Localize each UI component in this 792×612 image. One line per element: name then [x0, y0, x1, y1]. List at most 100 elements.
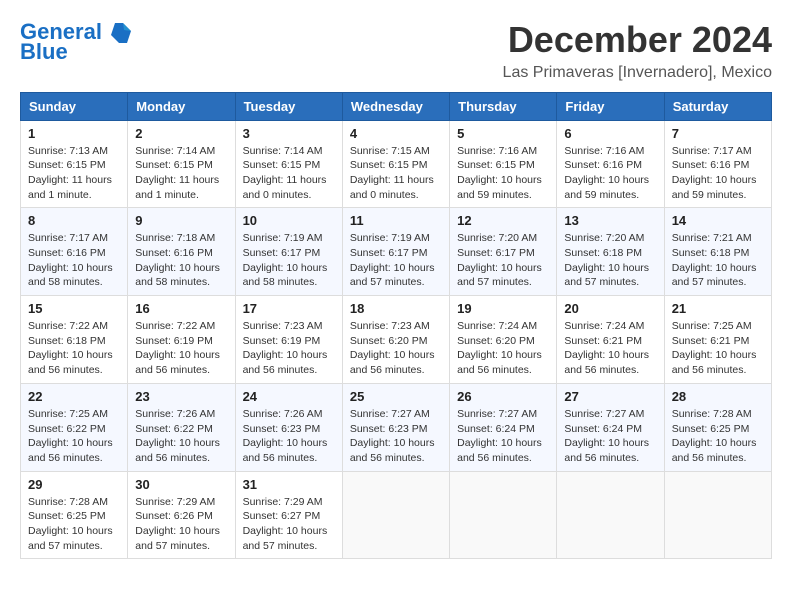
calendar-day-4: 4 Sunrise: 7:15 AM Sunset: 6:15 PM Dayli…: [342, 120, 449, 208]
day-info: Sunrise: 7:25 AM Sunset: 6:22 PM Dayligh…: [28, 408, 113, 464]
day-number: 9: [135, 213, 227, 228]
day-info: Sunrise: 7:16 AM Sunset: 6:16 PM Dayligh…: [564, 145, 649, 201]
title-block: December 2024 Las Primaveras [Invernader…: [503, 20, 772, 82]
logo: General Blue: [20, 20, 132, 64]
day-info: Sunrise: 7:26 AM Sunset: 6:23 PM Dayligh…: [243, 408, 328, 464]
calendar-day-27: 27 Sunrise: 7:27 AM Sunset: 6:24 PM Dayl…: [557, 383, 664, 471]
day-info: Sunrise: 7:22 AM Sunset: 6:18 PM Dayligh…: [28, 320, 113, 376]
calendar-day-31: 31 Sunrise: 7:29 AM Sunset: 6:27 PM Dayl…: [235, 471, 342, 559]
day-number: 21: [672, 301, 764, 316]
calendar-day-13: 13 Sunrise: 7:20 AM Sunset: 6:18 PM Dayl…: [557, 208, 664, 296]
logo-icon: [110, 22, 132, 44]
day-info: Sunrise: 7:20 AM Sunset: 6:17 PM Dayligh…: [457, 232, 542, 288]
day-info: Sunrise: 7:26 AM Sunset: 6:22 PM Dayligh…: [135, 408, 220, 464]
col-header-friday: Friday: [557, 92, 664, 120]
calendar-day-15: 15 Sunrise: 7:22 AM Sunset: 6:18 PM Dayl…: [21, 296, 128, 384]
day-number: 3: [243, 126, 335, 141]
day-number: 12: [457, 213, 549, 228]
calendar-day-30: 30 Sunrise: 7:29 AM Sunset: 6:26 PM Dayl…: [128, 471, 235, 559]
calendar-day-3: 3 Sunrise: 7:14 AM Sunset: 6:15 PM Dayli…: [235, 120, 342, 208]
day-info: Sunrise: 7:23 AM Sunset: 6:19 PM Dayligh…: [243, 320, 328, 376]
calendar-table: SundayMondayTuesdayWednesdayThursdayFrid…: [20, 92, 772, 560]
day-number: 24: [243, 389, 335, 404]
calendar-day-22: 22 Sunrise: 7:25 AM Sunset: 6:22 PM Dayl…: [21, 383, 128, 471]
day-info: Sunrise: 7:24 AM Sunset: 6:20 PM Dayligh…: [457, 320, 542, 376]
day-info: Sunrise: 7:19 AM Sunset: 6:17 PM Dayligh…: [350, 232, 435, 288]
day-number: 1: [28, 126, 120, 141]
day-number: 19: [457, 301, 549, 316]
calendar-day-5: 5 Sunrise: 7:16 AM Sunset: 6:15 PM Dayli…: [450, 120, 557, 208]
calendar-empty-cell: [664, 471, 771, 559]
page-title: December 2024: [503, 20, 772, 60]
col-header-tuesday: Tuesday: [235, 92, 342, 120]
day-info: Sunrise: 7:22 AM Sunset: 6:19 PM Dayligh…: [135, 320, 220, 376]
day-info: Sunrise: 7:27 AM Sunset: 6:24 PM Dayligh…: [457, 408, 542, 464]
calendar-day-19: 19 Sunrise: 7:24 AM Sunset: 6:20 PM Dayl…: [450, 296, 557, 384]
day-info: Sunrise: 7:17 AM Sunset: 6:16 PM Dayligh…: [28, 232, 113, 288]
day-info: Sunrise: 7:28 AM Sunset: 6:25 PM Dayligh…: [28, 496, 113, 552]
calendar-week-row: 8 Sunrise: 7:17 AM Sunset: 6:16 PM Dayli…: [21, 208, 772, 296]
day-number: 22: [28, 389, 120, 404]
day-number: 25: [350, 389, 442, 404]
calendar-day-9: 9 Sunrise: 7:18 AM Sunset: 6:16 PM Dayli…: [128, 208, 235, 296]
day-info: Sunrise: 7:28 AM Sunset: 6:25 PM Dayligh…: [672, 408, 757, 464]
day-info: Sunrise: 7:23 AM Sunset: 6:20 PM Dayligh…: [350, 320, 435, 376]
day-number: 8: [28, 213, 120, 228]
calendar-day-28: 28 Sunrise: 7:28 AM Sunset: 6:25 PM Dayl…: [664, 383, 771, 471]
day-info: Sunrise: 7:19 AM Sunset: 6:17 PM Dayligh…: [243, 232, 328, 288]
day-info: Sunrise: 7:13 AM Sunset: 6:15 PM Dayligh…: [28, 145, 112, 201]
calendar-day-21: 21 Sunrise: 7:25 AM Sunset: 6:21 PM Dayl…: [664, 296, 771, 384]
day-info: Sunrise: 7:20 AM Sunset: 6:18 PM Dayligh…: [564, 232, 649, 288]
calendar-week-row: 15 Sunrise: 7:22 AM Sunset: 6:18 PM Dayl…: [21, 296, 772, 384]
calendar-day-24: 24 Sunrise: 7:26 AM Sunset: 6:23 PM Dayl…: [235, 383, 342, 471]
calendar-day-18: 18 Sunrise: 7:23 AM Sunset: 6:20 PM Dayl…: [342, 296, 449, 384]
calendar-day-7: 7 Sunrise: 7:17 AM Sunset: 6:16 PM Dayli…: [664, 120, 771, 208]
day-number: 17: [243, 301, 335, 316]
calendar-day-16: 16 Sunrise: 7:22 AM Sunset: 6:19 PM Dayl…: [128, 296, 235, 384]
day-info: Sunrise: 7:25 AM Sunset: 6:21 PM Dayligh…: [672, 320, 757, 376]
calendar-header-row: SundayMondayTuesdayWednesdayThursdayFrid…: [21, 92, 772, 120]
day-info: Sunrise: 7:14 AM Sunset: 6:15 PM Dayligh…: [135, 145, 219, 201]
day-info: Sunrise: 7:24 AM Sunset: 6:21 PM Dayligh…: [564, 320, 649, 376]
day-number: 15: [28, 301, 120, 316]
day-number: 31: [243, 477, 335, 492]
calendar-day-10: 10 Sunrise: 7:19 AM Sunset: 6:17 PM Dayl…: [235, 208, 342, 296]
day-number: 4: [350, 126, 442, 141]
calendar-day-8: 8 Sunrise: 7:17 AM Sunset: 6:16 PM Dayli…: [21, 208, 128, 296]
calendar-day-29: 29 Sunrise: 7:28 AM Sunset: 6:25 PM Dayl…: [21, 471, 128, 559]
calendar-week-row: 22 Sunrise: 7:25 AM Sunset: 6:22 PM Dayl…: [21, 383, 772, 471]
calendar-week-row: 1 Sunrise: 7:13 AM Sunset: 6:15 PM Dayli…: [21, 120, 772, 208]
calendar-day-1: 1 Sunrise: 7:13 AM Sunset: 6:15 PM Dayli…: [21, 120, 128, 208]
calendar-day-11: 11 Sunrise: 7:19 AM Sunset: 6:17 PM Dayl…: [342, 208, 449, 296]
day-info: Sunrise: 7:18 AM Sunset: 6:16 PM Dayligh…: [135, 232, 220, 288]
day-number: 27: [564, 389, 656, 404]
day-number: 10: [243, 213, 335, 228]
calendar-day-26: 26 Sunrise: 7:27 AM Sunset: 6:24 PM Dayl…: [450, 383, 557, 471]
calendar-day-6: 6 Sunrise: 7:16 AM Sunset: 6:16 PM Dayli…: [557, 120, 664, 208]
day-info: Sunrise: 7:29 AM Sunset: 6:27 PM Dayligh…: [243, 496, 328, 552]
col-header-thursday: Thursday: [450, 92, 557, 120]
day-info: Sunrise: 7:16 AM Sunset: 6:15 PM Dayligh…: [457, 145, 542, 201]
calendar-empty-cell: [557, 471, 664, 559]
day-number: 26: [457, 389, 549, 404]
day-info: Sunrise: 7:27 AM Sunset: 6:23 PM Dayligh…: [350, 408, 435, 464]
col-header-saturday: Saturday: [664, 92, 771, 120]
calendar-empty-cell: [450, 471, 557, 559]
day-number: 6: [564, 126, 656, 141]
page-subtitle: Las Primaveras [Invernadero], Mexico: [503, 64, 772, 82]
calendar-day-2: 2 Sunrise: 7:14 AM Sunset: 6:15 PM Dayli…: [128, 120, 235, 208]
day-info: Sunrise: 7:17 AM Sunset: 6:16 PM Dayligh…: [672, 145, 757, 201]
calendar-week-row: 29 Sunrise: 7:28 AM Sunset: 6:25 PM Dayl…: [21, 471, 772, 559]
calendar-day-20: 20 Sunrise: 7:24 AM Sunset: 6:21 PM Dayl…: [557, 296, 664, 384]
day-number: 30: [135, 477, 227, 492]
day-info: Sunrise: 7:14 AM Sunset: 6:15 PM Dayligh…: [243, 145, 327, 201]
day-number: 2: [135, 126, 227, 141]
day-info: Sunrise: 7:21 AM Sunset: 6:18 PM Dayligh…: [672, 232, 757, 288]
day-number: 13: [564, 213, 656, 228]
page-header: General Blue December 2024 Las Primavera…: [20, 20, 772, 82]
col-header-wednesday: Wednesday: [342, 92, 449, 120]
calendar-day-17: 17 Sunrise: 7:23 AM Sunset: 6:19 PM Dayl…: [235, 296, 342, 384]
day-info: Sunrise: 7:15 AM Sunset: 6:15 PM Dayligh…: [350, 145, 434, 201]
calendar-day-25: 25 Sunrise: 7:27 AM Sunset: 6:23 PM Dayl…: [342, 383, 449, 471]
day-number: 7: [672, 126, 764, 141]
